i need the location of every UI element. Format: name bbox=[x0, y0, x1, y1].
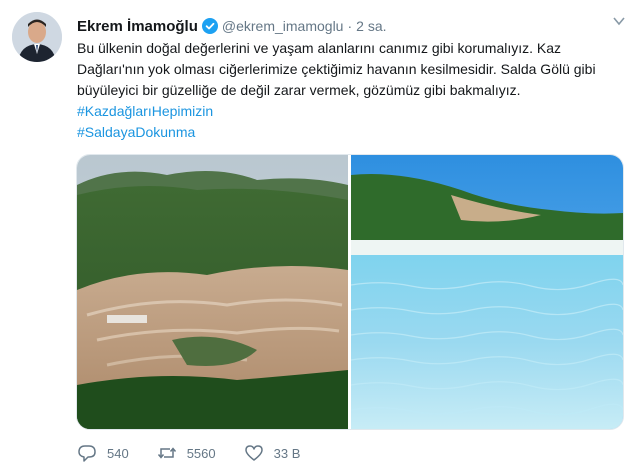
retweet-count: 5560 bbox=[186, 445, 216, 461]
retweet-button[interactable]: 5560 bbox=[157, 443, 216, 463]
tweet-timestamp[interactable]: 2 sa. bbox=[356, 18, 386, 34]
like-button[interactable]: 33 B bbox=[244, 443, 301, 463]
hashtag-link[interactable]: #KazdağlarıHepimizin bbox=[77, 101, 617, 122]
reply-button[interactable]: 540 bbox=[77, 443, 129, 463]
author-name[interactable]: Ekrem İmamoğlu bbox=[77, 18, 198, 35]
caret-down-icon[interactable] bbox=[612, 14, 626, 28]
tweet-text-container: Bu ülkenin doğal değerlerini ve yaşam al… bbox=[77, 38, 617, 143]
retweet-icon bbox=[157, 447, 176, 459]
mountain-mining-photo[interactable] bbox=[77, 155, 351, 429]
lake-beach-photo[interactable] bbox=[350, 155, 623, 429]
hashtag-link[interactable]: #SaldayaDokunma bbox=[77, 122, 617, 143]
tweet-header: Ekrem İmamoğlu @ekrem_imamoglu · 2 sa. bbox=[77, 15, 600, 37]
tweet: Ekrem İmamoğlu @ekrem_imamoglu · 2 sa. B… bbox=[0, 0, 640, 471]
tweet-media bbox=[76, 154, 624, 430]
reply-count: 540 bbox=[107, 445, 129, 461]
author-handle[interactable]: @ekrem_imamoglu bbox=[222, 18, 344, 34]
like-count: 33 B bbox=[273, 445, 301, 461]
tweet-text: Bu ülkenin doğal değerlerini ve yaşam al… bbox=[77, 40, 596, 98]
like-icon bbox=[244, 445, 263, 461]
reply-icon bbox=[78, 445, 96, 462]
verified-badge-icon bbox=[201, 18, 218, 34]
separator-dot: · bbox=[347, 18, 353, 34]
tweet-actions: 540 5560 33 B bbox=[77, 440, 328, 466]
avatar[interactable] bbox=[12, 12, 62, 62]
